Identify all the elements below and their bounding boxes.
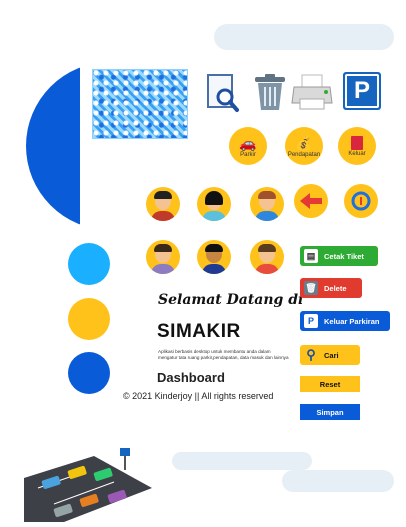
cari-label: Cari	[324, 350, 339, 360]
simpan-label: Simpan	[316, 407, 344, 417]
refresh-button[interactable]	[344, 184, 378, 218]
pendapatan-label: Pendapatan	[287, 151, 321, 158]
parking-sign-icon[interactable]: P	[343, 72, 381, 110]
pattern-tile	[92, 69, 188, 139]
user-avatar-1[interactable]	[146, 187, 180, 221]
dark-blue-dot-decoration	[68, 352, 110, 394]
parkir-menu-button[interactable]: 🚗 Parkir	[229, 127, 267, 165]
delete-button[interactable]: 🗑 Delete	[300, 278, 362, 298]
cloud-decoration-bottom	[172, 452, 312, 470]
exit-door-icon	[351, 135, 363, 150]
cetak-tiket-button[interactable]: ▤ Cetak Tiket	[300, 246, 378, 266]
money-bag-icon: 💰	[295, 134, 313, 151]
trash-small-icon: 🗑	[304, 281, 318, 295]
reset-label: Reset	[319, 379, 341, 389]
left-arrow-icon	[300, 193, 322, 209]
yellow-dot-decoration	[68, 298, 110, 340]
keluar-label: Keluar	[348, 150, 366, 157]
delete-label: Delete	[324, 283, 347, 293]
blue-dot-decoration	[68, 243, 110, 285]
document-search-icon[interactable]	[206, 73, 240, 113]
printer-icon[interactable]	[290, 73, 334, 111]
user-avatar-5[interactable]	[197, 240, 231, 274]
keluar-parkiran-label: Keluar Parkiran	[324, 316, 380, 326]
parking-lot-illustration	[24, 448, 152, 522]
app-title: SIMAKIR	[157, 321, 241, 342]
cetak-tiket-label: Cetak Tiket	[324, 251, 364, 261]
car-icon: 🚗	[239, 134, 257, 151]
section-title: Dashboard	[157, 370, 225, 385]
trash-icon[interactable]	[252, 73, 288, 111]
cloud-decoration-bottom-right	[282, 470, 394, 492]
back-arrow-button[interactable]	[294, 184, 328, 218]
printer-small-icon: ▤	[304, 249, 318, 263]
parking-exit-icon: P	[304, 314, 318, 328]
welcome-greeting: Selamat Datang di	[158, 292, 304, 308]
user-avatar-2[interactable]	[197, 187, 231, 221]
user-avatar-6[interactable]	[250, 240, 284, 274]
keluar-parkiran-button[interactable]: P Keluar Parkiran	[300, 311, 390, 331]
cari-button[interactable]: ⚲ Cari	[300, 345, 360, 365]
simpan-button[interactable]: Simpan	[300, 404, 360, 420]
user-avatar-4[interactable]	[146, 240, 180, 274]
user-avatar-3[interactable]	[250, 187, 284, 221]
cloud-decoration-top	[214, 24, 394, 50]
refresh-info-icon	[351, 191, 371, 211]
magnifier-icon: ⚲	[306, 347, 316, 362]
parkir-label: Parkir	[240, 151, 256, 158]
keluar-menu-button[interactable]: Keluar	[338, 127, 376, 165]
app-description: Aplikasi berbasis desktop untuk membantu…	[158, 349, 289, 360]
parking-letter: P	[345, 74, 379, 108]
reset-button[interactable]: Reset	[300, 376, 360, 392]
pendapatan-menu-button[interactable]: 💰 Pendapatan	[285, 127, 323, 165]
copyright-text: © 2021 Kinderjoy || All rights reserved	[123, 391, 274, 401]
